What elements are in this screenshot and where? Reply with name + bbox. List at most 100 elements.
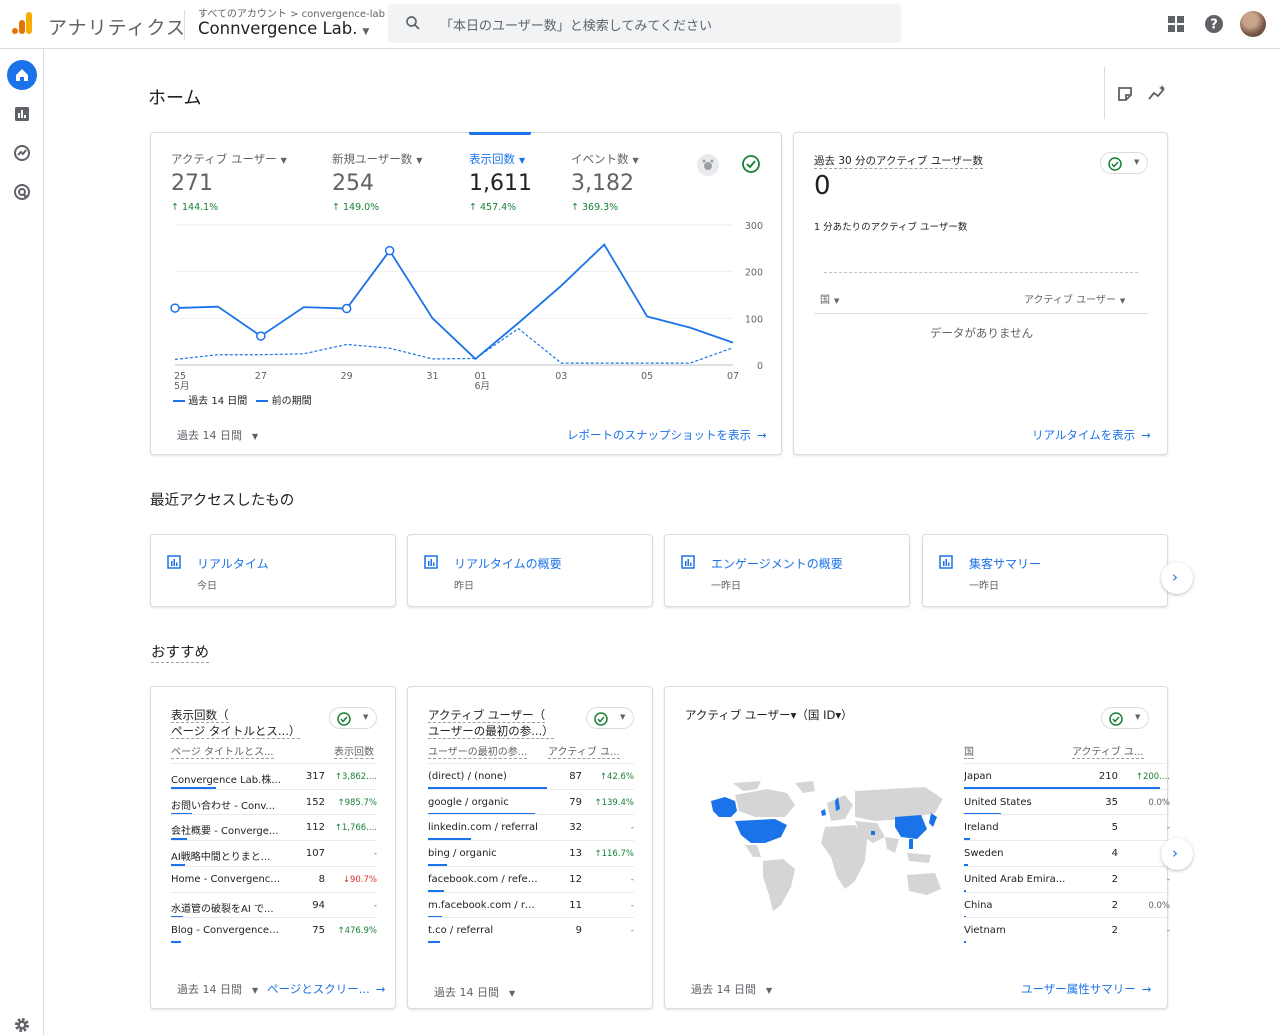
edit-note-icon[interactable] (1116, 85, 1134, 103)
insights-icon[interactable] (1147, 84, 1167, 102)
col-dimension: 国 (964, 747, 974, 759)
date-range-label: 過去 14 日間 (177, 429, 242, 442)
table-row[interactable]: bing / organic 13 ↑116.7% (428, 840, 634, 867)
row-dimension: Sweden (964, 848, 1004, 860)
legend-solid-swatch (173, 400, 185, 402)
col-users-header[interactable]: アクティブ ユーザー ▼ (1024, 291, 1125, 306)
card-title-line2: ページ タイトルとス...） (171, 724, 301, 739)
search-bar[interactable]: 「本日のユーザー数」と検索してみてください (388, 4, 901, 43)
recent-card-acquisition-summary[interactable]: 集客サマリー 一昨日 (922, 534, 1168, 607)
account-breadcrumb[interactable]: すべてのアカウント > convergence-lab (198, 5, 385, 20)
row-change: - (588, 823, 634, 833)
explore-icon[interactable] (12, 143, 32, 163)
realtime-link[interactable]: リアルタイムを表示 → (1032, 427, 1151, 443)
recommend-next-button[interactable]: › (1161, 838, 1193, 870)
table-header: ユーザーの最初の参... アクティブ ユ... (428, 743, 620, 759)
metric-events[interactable]: イベント数 ▼ 3,182 ↑ 369.3% (571, 151, 639, 213)
metric-active-users[interactable]: アクティブ ユーザー ▼ 271 ↑ 144.1% (171, 151, 287, 213)
map-region-vietnam[interactable] (909, 839, 913, 849)
table-row[interactable]: t.co / referral 9 - (428, 917, 634, 944)
row-value: 32 (569, 822, 582, 834)
metric-label: 表示回数 (469, 152, 515, 166)
chevron-down-icon: ▼ (509, 989, 516, 998)
date-range-selector[interactable]: 過去 14 日間 ▼ (434, 984, 515, 1000)
table-row[interactable]: AI戦略中間とりまと... 107 - (171, 840, 377, 867)
date-range-selector[interactable]: 過去 14 日間 ▼ (691, 981, 772, 997)
row-change-value: 985.7% (344, 797, 377, 808)
row-change: ↑200.... (1124, 772, 1170, 782)
table-row[interactable]: Sweden4- (964, 840, 1170, 867)
y-tick-label: 100 (745, 314, 763, 325)
table-row[interactable]: linkedin.com / referral 32 - (428, 814, 634, 841)
table-header: ページ タイトルとス... 表示回数 (171, 743, 374, 759)
table-row[interactable]: m.facebook.com / re... 11 - (428, 891, 634, 918)
page-title: ホーム (148, 88, 202, 109)
advertising-icon[interactable] (12, 182, 32, 202)
property-selector[interactable]: Connvergence Lab. ▼ (198, 19, 369, 38)
map-region-uae[interactable] (871, 831, 875, 835)
table-row[interactable]: 水道管の破裂をAI で... 94 - (171, 891, 377, 918)
recent-card-engagement-overview[interactable]: エンゲージメントの概要 一昨日 (664, 534, 910, 607)
table-row[interactable]: United States 35 0.0% (964, 788, 1170, 815)
demographics-summary-link[interactable]: ユーザー属性サマリー → (1021, 981, 1151, 997)
card-title-line1: 表示回数（ (171, 708, 229, 723)
metric-views[interactable]: 表示回数 ▼ 1,611 ↑ 457.4% (469, 151, 532, 213)
account-avatar[interactable] (1240, 11, 1266, 37)
row-value: 87 (569, 771, 582, 782)
legend-dashed-swatch (256, 400, 269, 402)
arrow-up-icon: ↑ (571, 202, 582, 213)
apps-grid-icon[interactable] (1164, 12, 1188, 36)
row-dimension: t.co / referral (428, 925, 494, 937)
table-row[interactable]: Home - Convergence... 8 ↓90.7% (171, 865, 377, 892)
reports-icon[interactable] (12, 104, 32, 124)
table-row[interactable]: お問い合わせ - Conv... 152 ↑985.7% (171, 788, 377, 815)
app-title: アナリティクス (48, 17, 186, 39)
pages-screens-link[interactable]: ページとスクリー... → (267, 981, 385, 997)
property-name: Connvergence Lab. (198, 19, 358, 38)
map-region-china[interactable] (895, 815, 927, 839)
recent-card-realtime[interactable]: リアルタイム 今日 (150, 534, 396, 607)
date-range-label: 過去 14 日間 (691, 983, 756, 996)
chevron-down-icon: ▼ (359, 27, 370, 37)
table-row[interactable]: (direct) / (none) 87 ↑42.6% (428, 763, 634, 789)
row-value: 9 (575, 925, 582, 937)
recent-section-title: 最近アクセスしたもの (150, 493, 295, 509)
card-title[interactable]: アクティブ ユーザー▾（国 ID▾） (685, 707, 853, 723)
card-status-dropdown[interactable]: ▼ (329, 707, 377, 729)
metric-new-users[interactable]: 新規ユーザー数 ▼ 254 ↑ 149.0% (332, 151, 422, 213)
analytics-logo-icon[interactable] (10, 11, 34, 35)
card-title: アクティブ ユーザー（ ユーザーの最初の参...） (428, 707, 568, 739)
recent-card-realtime-overview[interactable]: リアルタイムの概要 昨日 (407, 534, 653, 607)
data-point (341, 303, 352, 314)
table-row[interactable]: Japan 210 ↑200.... (964, 763, 1170, 789)
date-range-selector[interactable]: 過去 14 日間 ▼ (177, 981, 258, 997)
card-status-dropdown[interactable]: ▼ (586, 707, 634, 729)
table-row[interactable]: Ireland 5 - (964, 814, 1170, 841)
insights-badge-icon[interactable] (696, 153, 720, 177)
card-status-dropdown[interactable]: ▼ (1101, 707, 1149, 729)
date-range-selector[interactable]: 過去 14 日間 ▼ (177, 427, 258, 443)
snapshot-link[interactable]: レポートのスナップショットを表示 → (567, 427, 767, 443)
metric-value: 271 (171, 171, 213, 196)
table-row[interactable]: Blog - Convergence L... 75 ↑476.9% (171, 917, 377, 944)
table-row[interactable]: google / organic 79 ↑139.4% (428, 788, 634, 815)
map-region-ireland[interactable] (821, 809, 826, 816)
map-region-alaska-canada[interactable] (711, 797, 737, 817)
table-row[interactable]: Convergence Lab.株... 317 ↑3,862.... (171, 763, 377, 789)
settings-gear-icon[interactable] (12, 1015, 32, 1035)
realtime-status-dropdown[interactable]: ▼ (1100, 152, 1148, 174)
table-row[interactable]: Vietnam 2 - (964, 917, 1170, 944)
col-metric: アクティブ ユ... (548, 743, 620, 759)
map-region-united-states[interactable] (735, 819, 787, 843)
recent-next-button[interactable]: › (1161, 562, 1193, 594)
table-row[interactable]: facebook.com / refer... 12 - (428, 865, 634, 892)
nav-home-button[interactable] (7, 60, 37, 90)
x-tick-label: 05 (641, 371, 653, 382)
check-circle-icon[interactable] (740, 153, 762, 175)
table-row[interactable]: 会社概要 - Converge... 112 ↑1,766.... (171, 814, 377, 841)
table-row[interactable]: China 2 0.0% (964, 891, 1170, 918)
table-row[interactable]: United Arab Emira... 2 - (964, 865, 1170, 892)
col-country-header[interactable]: 国 ▼ (820, 291, 839, 306)
map-region-japan[interactable] (929, 813, 937, 827)
help-icon[interactable]: ? (1202, 12, 1226, 36)
